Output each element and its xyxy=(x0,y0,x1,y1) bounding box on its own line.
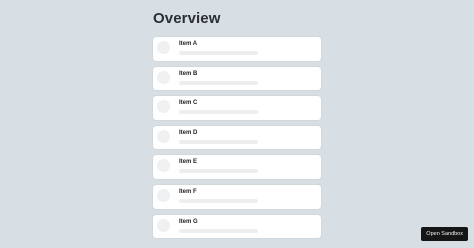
item-label: Item F xyxy=(179,188,197,195)
page: Overview Item A Item B Item C Item D Ite… xyxy=(0,0,474,248)
list-item-c[interactable]: Item C xyxy=(153,96,321,120)
text-placeholder-bar xyxy=(179,110,258,115)
item-label: Item G xyxy=(179,218,198,225)
avatar-placeholder xyxy=(157,41,170,54)
page-title: Overview xyxy=(153,10,221,27)
item-list: Item A Item B Item C Item D Item E Item … xyxy=(153,37,321,239)
list-item-g[interactable]: Item G xyxy=(153,214,321,239)
text-placeholder-bar xyxy=(179,80,258,85)
item-label: Item D xyxy=(179,129,198,136)
item-label: Item A xyxy=(179,41,198,47)
text-placeholder-bar xyxy=(179,228,258,233)
list-item-d[interactable]: Item D xyxy=(153,125,321,150)
list-item-e[interactable]: Item E xyxy=(153,155,321,179)
avatar-placeholder xyxy=(157,100,170,114)
avatar-placeholder xyxy=(157,188,170,202)
text-placeholder-bar xyxy=(179,198,258,203)
list-item-b[interactable]: Item B xyxy=(153,66,321,91)
item-label: Item B xyxy=(179,70,198,77)
text-placeholder-bar xyxy=(179,169,258,174)
item-label: Item C xyxy=(179,100,198,107)
list-item-a[interactable]: Item A xyxy=(153,37,321,61)
avatar-placeholder xyxy=(157,70,170,84)
avatar-placeholder xyxy=(157,129,170,143)
avatar-placeholder xyxy=(157,159,170,173)
item-label: Item E xyxy=(179,159,198,166)
list-item-f[interactable]: Item F xyxy=(153,184,321,209)
text-placeholder-bar xyxy=(179,51,258,55)
avatar-placeholder xyxy=(157,218,170,232)
text-placeholder-bar xyxy=(179,139,258,144)
open-sandbox-button[interactable]: Open Sandbox xyxy=(421,227,468,241)
